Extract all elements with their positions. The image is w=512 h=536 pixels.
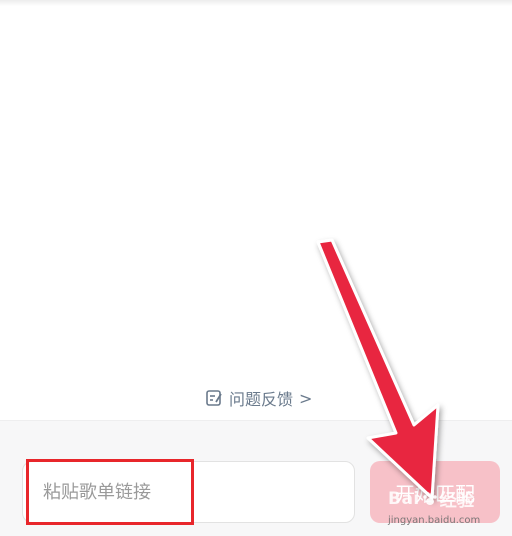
playlist-link-input[interactable] [43, 462, 343, 522]
content-area [0, 6, 512, 418]
feedback-link[interactable]: 问题反馈 > [205, 386, 312, 410]
feedback-label: 问题反馈 [229, 390, 294, 409]
start-match-button[interactable]: 开始匹配 [370, 461, 500, 523]
edit-note-icon [206, 390, 222, 406]
chevron-right-icon: > [299, 388, 313, 408]
playlist-link-field[interactable] [22, 461, 355, 523]
